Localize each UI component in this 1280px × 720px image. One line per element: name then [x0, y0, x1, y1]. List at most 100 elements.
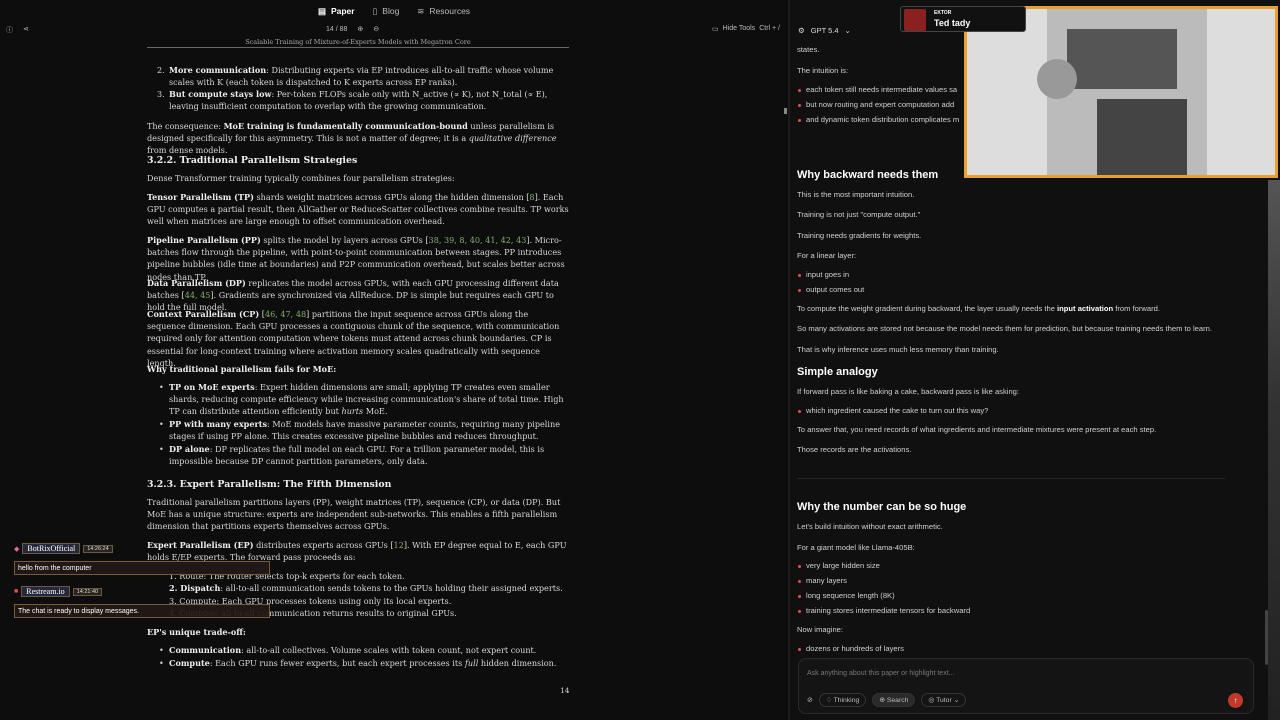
emphasis: MoE training is fundamentally communicat…: [223, 121, 468, 131]
hide-tools-button[interactable]: Hide Tools: [723, 25, 756, 33]
answer-list-item: input goes in: [797, 270, 850, 279]
streamer-avatar: [904, 9, 926, 31]
bulb-icon: ♢: [825, 697, 834, 704]
text: from forward.: [1113, 304, 1160, 313]
zoom-in-icon[interactable]: ⊕: [357, 25, 363, 33]
list-text: hidden dimension.: [478, 658, 557, 668]
term: Data Parallelism (DP): [147, 278, 246, 288]
paper-scrollbar[interactable]: [784, 108, 787, 114]
send-button[interactable]: ↑: [1228, 693, 1243, 708]
list-lead: More communication: [169, 65, 267, 75]
citation-link[interactable]: 44, 45: [185, 290, 211, 300]
answer-text: Training needs gradients for weights.: [797, 231, 922, 240]
paragraph: Traditional parallelism partitions layer…: [147, 497, 561, 532]
answer-list-item: dozens or hundreds of layers: [798, 644, 904, 653]
section-divider: [797, 478, 1225, 479]
streamer-name: Ted tady: [934, 18, 971, 28]
page-indicator[interactable]: 14 / 88: [326, 26, 347, 33]
page-number: 14: [560, 686, 570, 695]
tutor-label: Tutor: [936, 697, 952, 704]
answer-text: states.: [797, 45, 820, 54]
chat-author-row: ◆ BotRixOfficial 14:26:24: [14, 543, 113, 554]
webcam-figure: [1067, 29, 1177, 89]
answer-list-item: each token still needs intermediate valu…: [797, 85, 958, 94]
search-toggle[interactable]: ⊕ Search: [872, 693, 916, 707]
section-heading: 3.2.2. Traditional Parallelism Strategie…: [147, 155, 358, 166]
tutor-icon: ◎: [928, 697, 937, 704]
answer-text: So many activations are stored not becau…: [797, 324, 1212, 333]
sidebar-icon: ▭: [712, 26, 719, 33]
search-label: Search: [886, 697, 909, 704]
answer-list-item: many layers: [798, 576, 847, 585]
top-nav: ▤ Paper ▯ Blog ≋ Resources: [0, 0, 788, 22]
streamer-badge: EKTOR Ted tady: [900, 6, 1026, 32]
paragraph-heading: Why traditional parallelism fails for Mo…: [147, 363, 569, 375]
zoom-out-icon[interactable]: ⊖: [373, 25, 379, 33]
text: shards weight matrices across GPUs along…: [253, 192, 530, 202]
answer-list-item: output comes out: [797, 285, 865, 294]
answer-text: Let's build intuition without exact arit…: [797, 522, 943, 531]
list-lead: 2. Dispatch: [169, 583, 221, 593]
bullet: •: [159, 444, 164, 454]
answer-list-item: but now routing and expert computation a…: [797, 100, 955, 109]
subheading: Why traditional parallelism fails for Mo…: [147, 364, 337, 374]
model-selector[interactable]: ⚙ GPT 5.4 ⌄: [798, 26, 851, 35]
answer-text: Now imagine:: [797, 625, 844, 634]
text: To compute the weight gradient during ba…: [797, 304, 1058, 313]
info-icon[interactable]: ⓘ: [6, 25, 13, 35]
list-lead: PP with many experts: [169, 419, 268, 429]
chat-author-icon: ◆: [14, 545, 20, 553]
text: The consequence:: [147, 121, 224, 131]
streamer-label: EKTOR: [934, 10, 952, 16]
text: distributes experts across GPUs [: [253, 540, 394, 550]
thinking-label: Thinking: [833, 697, 860, 704]
list-text: : all-to-all communication sends tokens …: [220, 583, 563, 593]
answer-list-item: training stores intermediate tensors for…: [797, 606, 971, 615]
tutor-dropdown[interactable]: ◎ Tutor ⌄: [921, 693, 967, 707]
list-lead: TP on MoE experts: [169, 382, 255, 392]
tab-paper-label: Paper: [330, 6, 355, 16]
tab-blog[interactable]: ▯ Blog: [373, 6, 400, 17]
answer-heading: Why the number can be so huge: [797, 501, 967, 513]
answer-text: To compute the weight gradient during ba…: [797, 304, 1160, 313]
italic: hurts: [341, 406, 364, 417]
list-item: • DP alone: DP replicates the full model …: [159, 443, 569, 467]
chevron-down-icon: ⌄: [844, 26, 851, 35]
bullet: •: [159, 645, 164, 655]
webcam-figure: [1097, 99, 1187, 175]
attach-icon[interactable]: ⊘: [807, 696, 813, 704]
tab-paper[interactable]: ▤ Paper: [318, 6, 355, 17]
section-heading: 3.2.3. Expert Parallelism: The Fifth Dim…: [147, 479, 392, 490]
subheading: EP's unique trade-off:: [147, 627, 246, 637]
webcam-figure: [1037, 59, 1077, 99]
italic: full: [464, 658, 479, 668]
layers-icon: ≋: [417, 5, 425, 16]
chat-tools: ⊘ ♢ Thinking ⊕ Search ◎ Tutor ⌄: [807, 693, 967, 707]
text: splits the model by layers across GPUs [: [260, 235, 429, 245]
background-strip: [1268, 180, 1280, 720]
document-icon: ▤: [317, 5, 326, 16]
answer-text: That is why inference uses much less mem…: [797, 345, 999, 354]
italic: qualitative difference: [468, 133, 557, 144]
answer-text: Training is not just "compute output.": [797, 210, 921, 219]
chevron-down-icon: ⌄: [951, 697, 960, 704]
list-text: : Each GPU runs fewer experts, but each …: [209, 658, 465, 668]
citation-link[interactable]: 12: [394, 540, 404, 550]
thinking-toggle[interactable]: ♢ Thinking: [818, 693, 867, 707]
citation-link[interactable]: 38, 39, 8, 40, 41, 42, 43: [429, 235, 527, 245]
paragraph: Tensor Parallelism (TP) shards weight ma…: [147, 191, 569, 228]
model-name: GPT 5.4: [810, 26, 839, 35]
tab-resources[interactable]: ≋ Resources: [417, 6, 470, 17]
bullet: •: [159, 382, 164, 392]
share-icon[interactable]: ⋖: [23, 25, 29, 35]
list-lead: Communication: [169, 645, 242, 655]
paragraph: Dense Transformer training typically com…: [147, 173, 455, 183]
answer-text: To answer that, you need records of what…: [797, 425, 1157, 434]
arrow-up-icon: ↑: [1233, 696, 1238, 705]
gear-icon: ⚙: [798, 26, 805, 35]
chat-input-box[interactable]: Ask anything about this paper or highlig…: [798, 658, 1254, 714]
chat-input-placeholder: Ask anything about this paper or highlig…: [807, 670, 955, 677]
citation-link[interactable]: 46, 47, 48: [265, 309, 306, 319]
list-lead: Compute: [169, 658, 210, 668]
list-number: 2.: [157, 65, 165, 75]
